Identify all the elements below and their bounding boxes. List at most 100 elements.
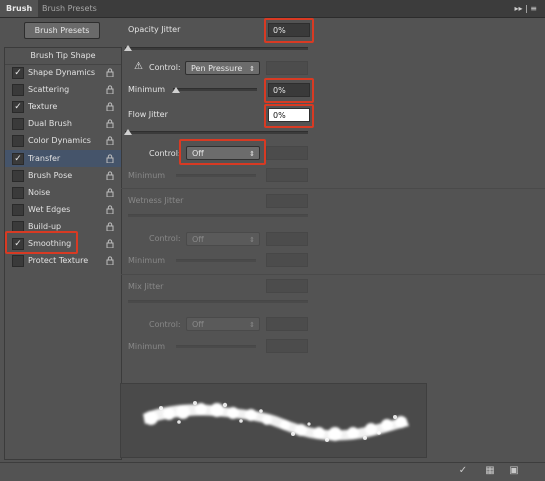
opacity-jitter-slider[interactable] [125, 47, 308, 50]
mix-control-empty-field [266, 317, 308, 331]
wetness-control-empty-field [266, 232, 308, 246]
wetness-control-value: Off [192, 235, 204, 244]
brush-stroke-preview [120, 383, 427, 458]
opacity-minimum-label: Minimum [128, 85, 166, 94]
brush-stroke-preview-image [143, 401, 409, 442]
checkbox[interactable] [12, 186, 24, 199]
lock-icon[interactable] [106, 171, 114, 181]
warning-icon: ⚠ [134, 61, 143, 72]
opacity-minimum-slider-thumb[interactable] [172, 87, 180, 93]
new-preset-icon[interactable]: ▣ [508, 465, 520, 477]
panel-menu-icon[interactable]: ▸▸ | ≡ [514, 0, 537, 17]
grid-icon[interactable]: ▦ [484, 465, 496, 477]
lock-icon[interactable] [106, 222, 114, 232]
brush-setting-label: Brush Pose [28, 170, 73, 180]
lock-icon[interactable] [106, 205, 114, 215]
mix-control-label: Control: [149, 320, 181, 329]
opacity-control-value: Pen Pressure [191, 64, 243, 73]
flow-jitter-label: Flow Jitter [128, 110, 168, 119]
flow-jitter-slider-thumb[interactable] [124, 129, 132, 135]
flow-control-label: Control: [149, 149, 181, 158]
opacity-minimum-slider[interactable] [173, 88, 257, 91]
mix-jitter-label: Mix Jitter [128, 282, 164, 291]
brush-setting-label: Scattering [28, 85, 70, 95]
mix-jitter-field [266, 279, 308, 293]
tab-brush-presets[interactable]: Brush Presets [36, 0, 103, 17]
brush-setting-wet-edges[interactable]: Wet Edges [5, 201, 121, 218]
wetness-minimum-field [266, 253, 308, 267]
wetness-control-label: Control: [149, 234, 181, 243]
checkbox[interactable] [12, 169, 24, 182]
wetness-control-select: Off ⇕ [186, 232, 260, 246]
lock-icon[interactable] [106, 188, 114, 198]
lock-icon[interactable] [106, 239, 114, 249]
brush-setting-protect-texture[interactable]: Protect Texture [5, 252, 121, 269]
brush-setting-label: Wet Edges [28, 204, 71, 214]
flow-minimum-field [266, 168, 308, 182]
checkbox[interactable]: ✓ [12, 101, 24, 114]
opacity-control-label: Control: [149, 63, 181, 72]
lock-icon[interactable] [106, 153, 114, 163]
brush-setting-texture[interactable]: ✓ Texture [5, 98, 121, 115]
brush-setting-label: Dual Brush [28, 119, 72, 129]
lock-icon[interactable] [106, 119, 114, 129]
brush-tip-shape-item[interactable]: Brush Tip Shape [5, 48, 121, 65]
checkbox[interactable]: ✓ [12, 67, 24, 79]
brush-setting-scattering[interactable]: Scattering [5, 81, 121, 98]
brush-setting-label: Texture [28, 102, 58, 112]
flow-control-highlight [179, 139, 266, 165]
checkbox[interactable] [12, 84, 24, 97]
brush-setting-label: Transfer [28, 153, 61, 163]
chevron-updown-icon: ⇕ [249, 321, 255, 329]
wetness-jitter-field [266, 194, 308, 208]
mix-control-value: Off [192, 320, 204, 329]
opacity-jitter-highlight [264, 18, 314, 43]
smoothing-highlight [5, 231, 78, 254]
flow-minimum-label: Minimum [128, 171, 166, 180]
checkbox[interactable]: ✓ [12, 152, 24, 165]
brush-setting-color-dynamics[interactable]: Color Dynamics [5, 132, 121, 149]
brush-setting-noise[interactable]: Noise [5, 184, 121, 201]
mix-minimum-slider [176, 345, 256, 348]
brush-setting-shape-dynamics[interactable]: ✓ Shape Dynamics [5, 64, 121, 81]
lock-icon[interactable] [106, 85, 114, 95]
panel-tab-bar: Brush Brush Presets ▸▸ | ≡ [0, 0, 545, 18]
chevron-updown-icon: ⇕ [249, 236, 255, 244]
lock-icon[interactable] [106, 102, 114, 112]
wetness-jitter-label: Wetness Jitter [128, 196, 184, 205]
checkbox[interactable] [12, 203, 24, 216]
opacity-control-empty-field [266, 61, 308, 75]
flow-minimum-slider [176, 174, 256, 177]
brush-setting-dual-brush[interactable]: Dual Brush [5, 115, 121, 132]
brush-setting-label: Protect Texture [28, 256, 89, 266]
eye-stroke-icon[interactable]: ✓ [457, 465, 469, 477]
opacity-minimum-highlight [264, 78, 314, 103]
wetness-minimum-label: Minimum [128, 256, 166, 265]
mix-minimum-label: Minimum [128, 342, 166, 351]
divider [121, 188, 545, 189]
divider [121, 274, 545, 275]
opacity-jitter-slider-thumb[interactable] [124, 45, 132, 51]
brush-setting-label: Noise [28, 187, 51, 197]
lock-icon[interactable] [106, 256, 114, 266]
opacity-jitter-label: Opacity Jitter [128, 25, 181, 34]
lock-icon[interactable] [106, 68, 114, 78]
mix-minimum-field [266, 339, 308, 353]
flow-control-empty-field [266, 146, 308, 160]
opacity-control-select[interactable]: Pen Pressure ⇕ [185, 61, 260, 75]
checkbox[interactable] [12, 135, 24, 148]
brush-setting-label: Shape Dynamics [28, 68, 96, 77]
lock-icon[interactable] [106, 136, 114, 146]
mix-jitter-slider [128, 300, 308, 303]
checkbox[interactable] [12, 255, 24, 268]
checkbox[interactable] [12, 118, 24, 131]
wetness-minimum-slider [176, 259, 256, 262]
mix-control-select: Off ⇕ [186, 317, 260, 331]
tab-brush[interactable]: Brush [0, 0, 39, 17]
brush-presets-button[interactable]: Brush Presets [24, 22, 100, 39]
brush-setting-brush-pose[interactable]: Brush Pose [5, 167, 121, 184]
wetness-jitter-slider [128, 214, 308, 217]
flow-jitter-slider[interactable] [125, 131, 308, 134]
brush-setting-transfer[interactable]: ✓ Transfer [5, 149, 121, 167]
brush-setting-label: Color Dynamics [28, 136, 91, 146]
